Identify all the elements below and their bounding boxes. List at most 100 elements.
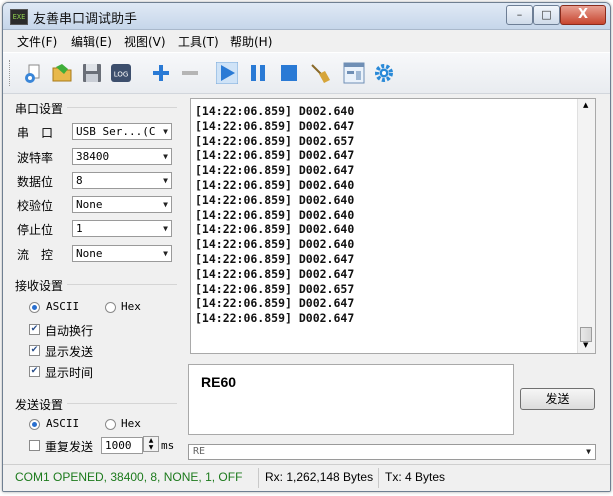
receive-line: [14:22:06.859] D002.647 <box>195 118 355 133</box>
flow-value: None <box>76 247 103 260</box>
new-config-icon[interactable] <box>23 62 45 84</box>
repeat-send-label: 重复发送 <box>45 440 94 454</box>
stop-icon[interactable] <box>278 62 300 84</box>
show-send-checkbox[interactable]: ✔ <box>29 345 40 356</box>
tx-counter: Tx: 4 Bytes <box>385 470 446 484</box>
save-disk-icon[interactable] <box>81 62 103 84</box>
receive-line: [14:22:06.859] D002.647 <box>195 251 355 266</box>
show-time-checkbox[interactable]: ✔ <box>29 366 40 377</box>
menu-file[interactable]: 文件(F) <box>17 33 57 50</box>
send-history-select[interactable]: RE ▼ <box>188 444 596 460</box>
receive-line: [14:22:06.859] D002.647 <box>195 163 355 178</box>
status-separator <box>378 468 379 488</box>
connection-status: COM1 OPENED, 38400, 8, NONE, 1, OFF <box>15 470 243 484</box>
auto-wrap-label: 自动换行 <box>45 324 94 338</box>
repeat-interval-input[interactable]: 1000 <box>101 437 143 454</box>
chevron-down-icon: ▼ <box>163 200 168 209</box>
receive-line: [14:22:06.859] D002.640 <box>195 222 355 237</box>
minimize-button[interactable]: – <box>506 5 533 25</box>
receive-line: [14:22:06.859] D002.640 <box>195 207 355 222</box>
menu-help[interactable]: 帮助(H) <box>230 33 272 50</box>
interval-spinner[interactable]: ▲ ▼ <box>143 436 159 452</box>
receive-ascii-radio[interactable] <box>29 302 40 313</box>
settings-panel: 串口设置 串 口 USB Ser...(C ▼ 波特率 38400 ▼ 数据位 8 ▼… <box>3 94 186 464</box>
show-time-label: 显示时间 <box>45 366 94 380</box>
toolbar: LOG <box>3 53 610 94</box>
receive-line: [14:22:06.859] D002.647 <box>195 266 355 281</box>
chevron-down-icon: ▼ <box>163 127 168 136</box>
add-plus-icon[interactable] <box>150 62 172 84</box>
settings-gear-icon[interactable] <box>373 62 395 84</box>
menu-tools[interactable]: 工具(T) <box>178 33 219 50</box>
send-settings-title: 发送设置 <box>15 398 64 412</box>
menu-edit[interactable]: 编辑(E) <box>71 33 112 50</box>
receive-line: [14:22:06.859] D002.657 <box>195 281 355 296</box>
receive-settings-title: 接收设置 <box>15 279 64 293</box>
play-start-icon[interactable] <box>216 62 238 84</box>
parity-select[interactable]: None ▼ <box>72 196 172 213</box>
interval-unit-label: ms <box>161 439 175 452</box>
parity-value: None <box>76 198 103 211</box>
receive-hex-radio[interactable] <box>105 302 116 313</box>
app-window: EXE 友善串口调试助手 – □ X 文件(F) 编辑(E) 视图(V) 工具(… <box>2 2 611 492</box>
databits-label: 数据位 <box>17 175 54 189</box>
receive-line: [14:22:06.859] D002.640 <box>195 237 355 252</box>
chevron-down-icon: ▼ <box>163 224 168 233</box>
port-label: 串 口 <box>17 126 54 140</box>
receive-lines: [14:22:06.859] D002.640 [14:22:06.859] D0… <box>195 104 354 326</box>
receive-line: [14:22:06.859] D002.647 <box>195 311 355 326</box>
receive-line: [14:22:06.859] D002.647 <box>195 148 355 163</box>
menu-view[interactable]: 视图(V) <box>124 33 166 50</box>
open-folder-icon[interactable] <box>51 62 73 84</box>
databits-select[interactable]: 8 ▼ <box>72 172 172 189</box>
serial-settings-title: 串口设置 <box>15 102 64 116</box>
send-input[interactable]: RE60 <box>188 364 514 435</box>
rx-counter: Rx: 1,262,148 Bytes <box>265 470 374 484</box>
maximize-button[interactable]: □ <box>533 5 560 25</box>
scrollbar-thumb[interactable] <box>580 327 592 342</box>
stopbits-select[interactable]: 1 ▼ <box>72 220 172 237</box>
menu-bar: 文件(F) 编辑(E) 视图(V) 工具(T) 帮助(H) <box>3 30 610 52</box>
stopbits-value: 1 <box>76 222 83 235</box>
baud-label: 波特率 <box>17 151 54 165</box>
receive-ascii-label: ASCII <box>46 300 80 313</box>
chevron-down-icon: ▼ <box>163 176 168 185</box>
receive-line: [14:22:06.859] D002.657 <box>195 133 355 148</box>
parity-label: 校验位 <box>17 199 54 213</box>
app-icon: EXE <box>10 9 28 25</box>
remove-minus-icon[interactable] <box>179 62 201 84</box>
status-separator <box>258 468 259 488</box>
status-bar: COM1 OPENED, 38400, 8, NONE, 1, OFF Rx: … <box>3 464 610 491</box>
receive-line: [14:22:06.859] D002.640 <box>195 177 355 192</box>
log-icon-label: LOG <box>114 71 129 79</box>
send-ascii-radio[interactable] <box>29 419 40 430</box>
clear-broom-icon[interactable] <box>309 62 331 84</box>
stopbits-label: 停止位 <box>17 223 54 237</box>
receive-line: [14:22:06.859] D002.640 <box>195 104 355 118</box>
window-title: 友善串口调试助手 <box>33 12 138 27</box>
receive-area[interactable]: [14:22:06.859] D002.640 [14:22:06.859] D0… <box>190 98 596 354</box>
auto-wrap-checkbox[interactable]: ✔ <box>29 324 40 335</box>
flow-label: 流 控 <box>17 248 54 262</box>
send-hex-radio[interactable] <box>105 419 116 430</box>
send-button[interactable]: 发送 <box>520 388 595 410</box>
chevron-down-icon: ▼ <box>163 249 168 258</box>
send-input-text: RE60 <box>201 374 237 390</box>
chevron-down-icon: ▼ <box>586 447 591 456</box>
scroll-up-icon[interactable]: ▲ <box>583 101 588 109</box>
databits-value: 8 <box>76 174 83 187</box>
window-layout-icon[interactable] <box>343 62 365 84</box>
scroll-down-icon[interactable]: ▼ <box>583 341 588 349</box>
pause-icon[interactable] <box>247 62 269 84</box>
send-ascii-label: ASCII <box>46 417 80 430</box>
log-icon[interactable]: LOG <box>110 62 132 84</box>
data-panel: [14:22:06.859] D002.640 [14:22:06.859] D0… <box>186 94 610 464</box>
receive-line: [14:22:06.859] D002.647 <box>195 296 355 311</box>
baud-select[interactable]: 38400 ▼ <box>72 148 172 165</box>
receive-scrollbar[interactable]: ▲ ▼ <box>577 99 595 353</box>
send-hex-label: Hex <box>121 417 141 430</box>
port-select[interactable]: USB Ser...(C ▼ <box>72 123 172 140</box>
flow-select[interactable]: None ▼ <box>72 245 172 262</box>
repeat-send-checkbox[interactable] <box>29 440 40 451</box>
close-button[interactable]: X <box>560 5 606 25</box>
